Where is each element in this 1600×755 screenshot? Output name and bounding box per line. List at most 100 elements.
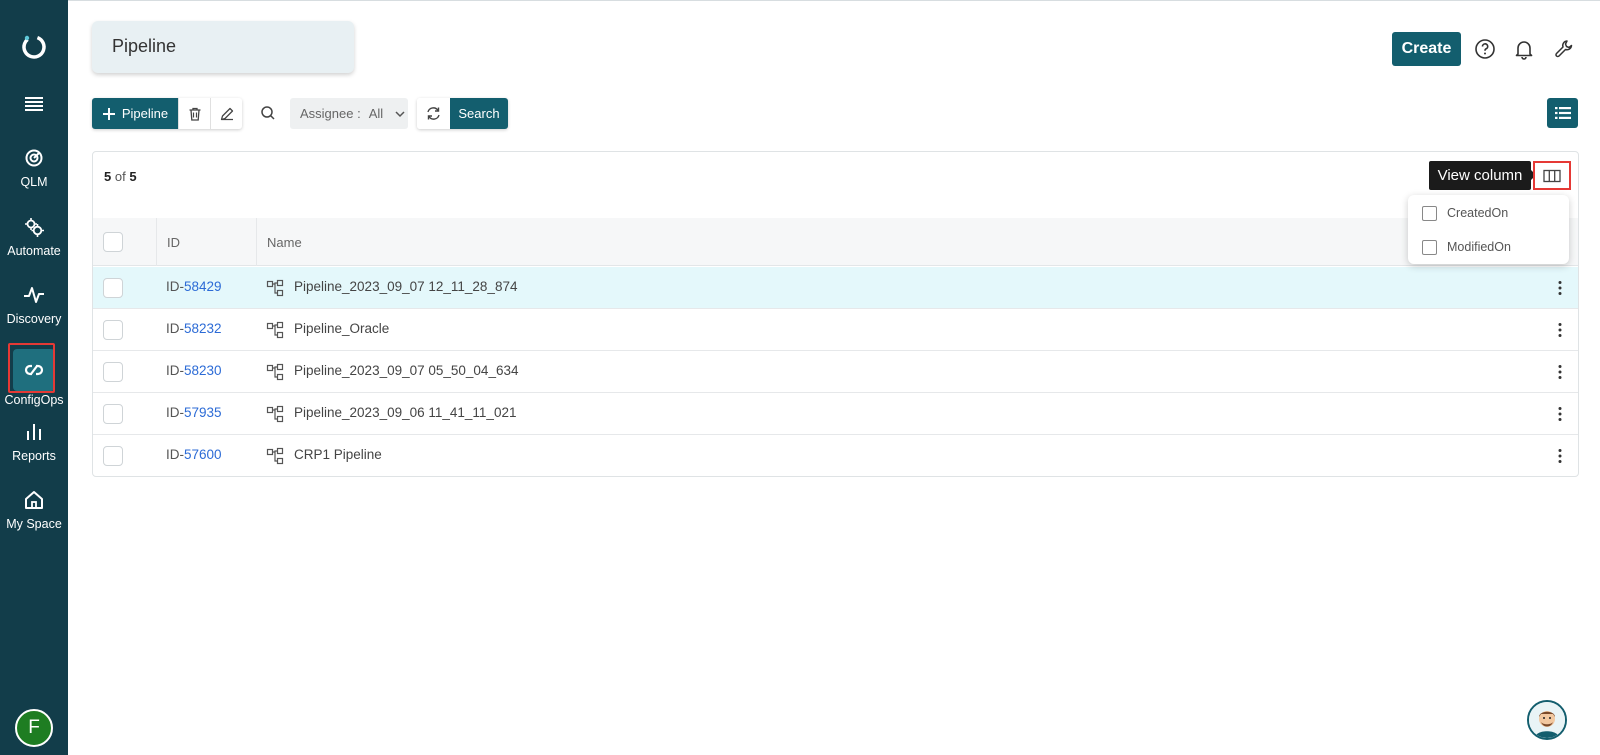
row-checkbox[interactable] (103, 320, 123, 340)
row-id-link[interactable]: ID-57935 (166, 405, 222, 420)
edit-button[interactable] (210, 98, 242, 129)
sidebar-item-discovery[interactable]: Discovery (0, 284, 68, 326)
more-options-icon[interactable] (1551, 447, 1569, 465)
more-options-icon[interactable] (1551, 363, 1569, 381)
column-option-checkbox[interactable] (1422, 239, 1437, 255)
table-row[interactable]: ID-58230 Pipeline_2023_09_07 05_50_04_63… (93, 351, 1578, 393)
focus-highlight (8, 343, 55, 393)
assistant-bot-avatar[interactable] (1527, 700, 1567, 740)
row-name[interactable]: Pipeline_2023_09_07 05_50_04_634 (294, 363, 518, 378)
assignee-value: All (368, 106, 384, 121)
pulse-icon (24, 287, 44, 303)
row-id-link[interactable]: ID-57600 (166, 447, 222, 462)
sidebar-item-label: My Space (6, 517, 62, 531)
row-name[interactable]: CRP1 Pipeline (294, 447, 382, 462)
app-root: QLM Automate Discovery ConfigOps Reports… (0, 0, 1600, 755)
column-option-checkbox[interactable] (1422, 205, 1437, 221)
row-id-link[interactable]: ID-58230 (166, 363, 222, 378)
id-number: 58230 (184, 363, 222, 378)
id-prefix: ID- (166, 447, 184, 462)
table-header: ID Name (93, 218, 1578, 266)
more-options-icon[interactable] (1551, 321, 1569, 339)
user-avatar[interactable]: F (15, 709, 53, 747)
count-total: 5 (129, 169, 137, 184)
list-view-button[interactable] (1547, 98, 1578, 128)
pipeline-icon (266, 363, 284, 381)
table-row[interactable]: ID-57935 Pipeline_2023_09_06 11_41_11_02… (93, 393, 1578, 435)
table-row[interactable]: ID-58232 Pipeline_Oracle (93, 309, 1578, 351)
table-row[interactable]: ID-58429 Pipeline_2023_09_07 12_11_28_87… (93, 267, 1578, 309)
assignee-filter[interactable]: Assignee : All (290, 98, 408, 129)
view-column-tooltip: View column (1429, 161, 1531, 190)
app-logo-icon[interactable] (20, 33, 48, 61)
sidebar-item-qlm[interactable]: QLM (0, 147, 68, 189)
top-border (68, 0, 1600, 1)
row-name[interactable]: Pipeline_2023_09_07 12_11_28_874 (294, 279, 517, 294)
create-button[interactable]: Create (1392, 32, 1461, 66)
sidebar-item-label: ConfigOps (4, 393, 64, 407)
row-name[interactable]: Pipeline_2023_09_06 11_41_11_021 (294, 405, 516, 420)
count-shown: 5 (104, 169, 112, 184)
sidebar-item-my-space[interactable]: My Space (0, 489, 68, 531)
add-pipeline-button[interactable]: Pipeline (92, 98, 178, 129)
more-options-icon[interactable] (1551, 405, 1569, 423)
page-title: Pipeline (92, 21, 354, 73)
trash-icon (189, 107, 200, 121)
column-header-name[interactable]: Name (267, 218, 302, 266)
pipeline-icon (266, 447, 284, 465)
pipeline-table-card: 5 of 5 ID Name ID-58429 Pipeline_2023_09… (92, 151, 1579, 477)
search-button[interactable]: Search (450, 98, 508, 129)
row-id-link[interactable]: ID-58429 (166, 279, 222, 294)
add-pipeline-label: Pipeline (121, 106, 169, 121)
refresh-icon (427, 107, 440, 120)
view-column-button[interactable] (1533, 161, 1571, 190)
select-all-cell (103, 218, 123, 266)
bell-icon[interactable] (1513, 38, 1535, 60)
user-initial: F (28, 717, 40, 738)
sidebar-item-label: QLM (20, 175, 48, 189)
id-number: 57935 (184, 405, 222, 420)
columns-icon (1543, 169, 1561, 182)
row-checkbox[interactable] (103, 362, 123, 382)
sidebar-item-reports[interactable]: Reports (0, 421, 68, 463)
id-prefix: ID- (166, 279, 184, 294)
search-icon[interactable] (259, 104, 277, 122)
row-id-link[interactable]: ID-58232 (166, 321, 222, 336)
help-icon[interactable] (1474, 38, 1496, 60)
assignee-label: Assignee : (300, 106, 361, 121)
home-icon (25, 491, 43, 509)
id-number: 58232 (184, 321, 222, 336)
chevron-down-icon (395, 110, 405, 117)
column-option-createdon[interactable]: CreatedOn (1422, 203, 1508, 223)
select-all-checkbox[interactable] (103, 232, 123, 252)
sidebar-item-automate[interactable]: Automate (0, 216, 68, 258)
id-prefix: ID- (166, 363, 184, 378)
view-column-dropdown: CreatedOn ModifiedOn (1408, 195, 1569, 264)
plus-icon (102, 107, 115, 120)
row-checkbox[interactable] (103, 446, 123, 466)
id-number: 57600 (184, 447, 222, 462)
row-checkbox[interactable] (103, 404, 123, 424)
sidebar-item-label: Reports (12, 449, 56, 463)
row-name[interactable]: Pipeline_Oracle (294, 321, 389, 336)
column-header-id[interactable]: ID (167, 218, 180, 266)
column-divider (156, 218, 157, 266)
refresh-search-group: Search (417, 98, 508, 129)
wrench-icon[interactable] (1553, 38, 1575, 60)
pipeline-actions-group: Pipeline (92, 98, 242, 129)
bar-chart-icon (27, 424, 41, 440)
id-prefix: ID- (166, 321, 184, 336)
column-divider (256, 218, 257, 266)
gears-icon (25, 218, 44, 237)
column-option-modifiedon[interactable]: ModifiedOn (1422, 237, 1511, 257)
menu-icon[interactable] (22, 95, 46, 113)
qlm-icon (25, 149, 43, 167)
refresh-button[interactable] (417, 98, 450, 129)
id-number: 58429 (184, 279, 222, 294)
id-prefix: ID- (166, 405, 184, 420)
bot-face-icon (1529, 702, 1565, 738)
row-checkbox[interactable] (103, 278, 123, 298)
more-options-icon[interactable] (1551, 279, 1569, 297)
delete-button[interactable] (178, 98, 210, 129)
table-row[interactable]: ID-57600 CRP1 Pipeline (93, 435, 1578, 477)
